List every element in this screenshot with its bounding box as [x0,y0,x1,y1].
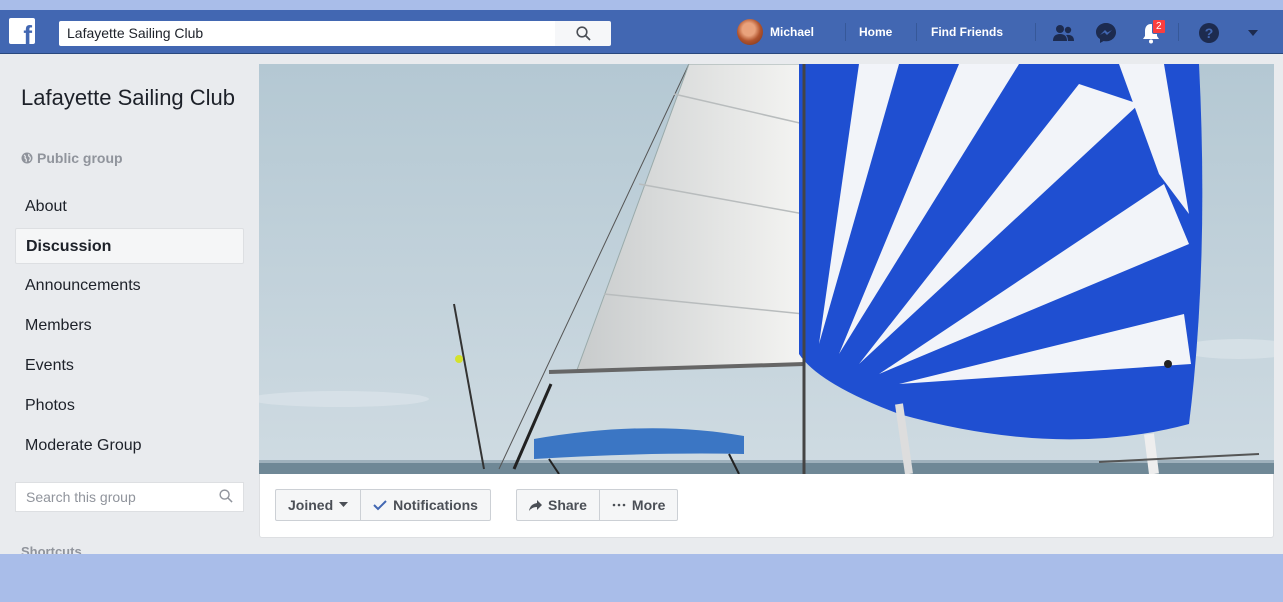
facebook-logo[interactable]: f [9,18,35,44]
home-link[interactable]: Home [859,25,892,39]
privacy-text: Public group [37,150,123,166]
privacy-label: Public group [21,150,123,166]
sidebar-item-events[interactable]: Events [15,348,244,384]
notifications-toggle-button[interactable]: Notifications [361,489,491,521]
top-navigation-bar: f Lafayette Sailing Club Michael Home Fi… [0,10,1283,54]
user-name: Michael [770,25,815,39]
sidebar-item-moderate-group[interactable]: Moderate Group [15,428,244,464]
membership-button-group: Joined Notifications [275,489,491,521]
find-friends-link[interactable]: Find Friends [931,25,1003,39]
group-sidebar: Lafayette Sailing Club Public group Abou… [0,54,259,554]
globe-icon [21,152,33,164]
friends-icon [1053,25,1074,41]
search-button[interactable] [555,21,611,46]
search-input[interactable]: Lafayette Sailing Club [59,21,555,46]
more-label: More [631,497,666,513]
joined-button[interactable]: Joined [275,489,362,521]
sidebar-item-members[interactable]: Members [15,308,244,344]
divider [1178,23,1179,41]
share-button[interactable]: Share [516,489,600,521]
joined-label: Joined [288,497,334,513]
svg-text:?: ? [1205,25,1214,41]
avatar [737,19,763,45]
more-button[interactable]: More [599,489,679,521]
sidebar-item-discussion[interactable]: Discussion [15,228,244,264]
profile-link[interactable]: Michael [737,19,814,45]
group-action-bar: Joined Notifications Share More [259,474,1274,538]
messenger-icon [1096,23,1116,43]
share-label: Share [548,497,587,513]
sidebar-item-announcements[interactable]: Announcements [15,268,244,304]
caret-down-icon [1248,30,1258,36]
messenger-button[interactable] [1094,22,1118,44]
help-button[interactable]: ? [1197,22,1221,44]
divider [845,23,846,41]
caret-down-icon [339,502,349,507]
shortcuts-heading: Shortcuts [21,544,82,554]
notification-badge: 2 [1152,19,1166,34]
divider [916,23,917,41]
notifications-label: Notifications [393,497,478,513]
group-search-input[interactable]: Search this group [15,482,244,512]
more-dots-icon [612,503,626,507]
notifications-button[interactable]: 2 [1139,19,1166,44]
search-icon [219,489,233,503]
search-icon [575,26,591,41]
group-name[interactable]: Lafayette Sailing Club [21,84,241,112]
friend-requests-button[interactable] [1052,22,1076,44]
share-more-button-group: Share More [516,489,679,521]
account-menu-button[interactable] [1241,22,1265,44]
help-icon: ? [1199,23,1219,43]
divider [1035,23,1036,41]
share-arrow-icon [529,499,542,511]
sidebar-item-photos[interactable]: Photos [15,388,244,424]
cover-photo[interactable] [259,64,1274,474]
check-icon [373,499,387,510]
sidebar-item-about[interactable]: About [15,189,244,225]
group-search-placeholder: Search this group [26,489,136,505]
